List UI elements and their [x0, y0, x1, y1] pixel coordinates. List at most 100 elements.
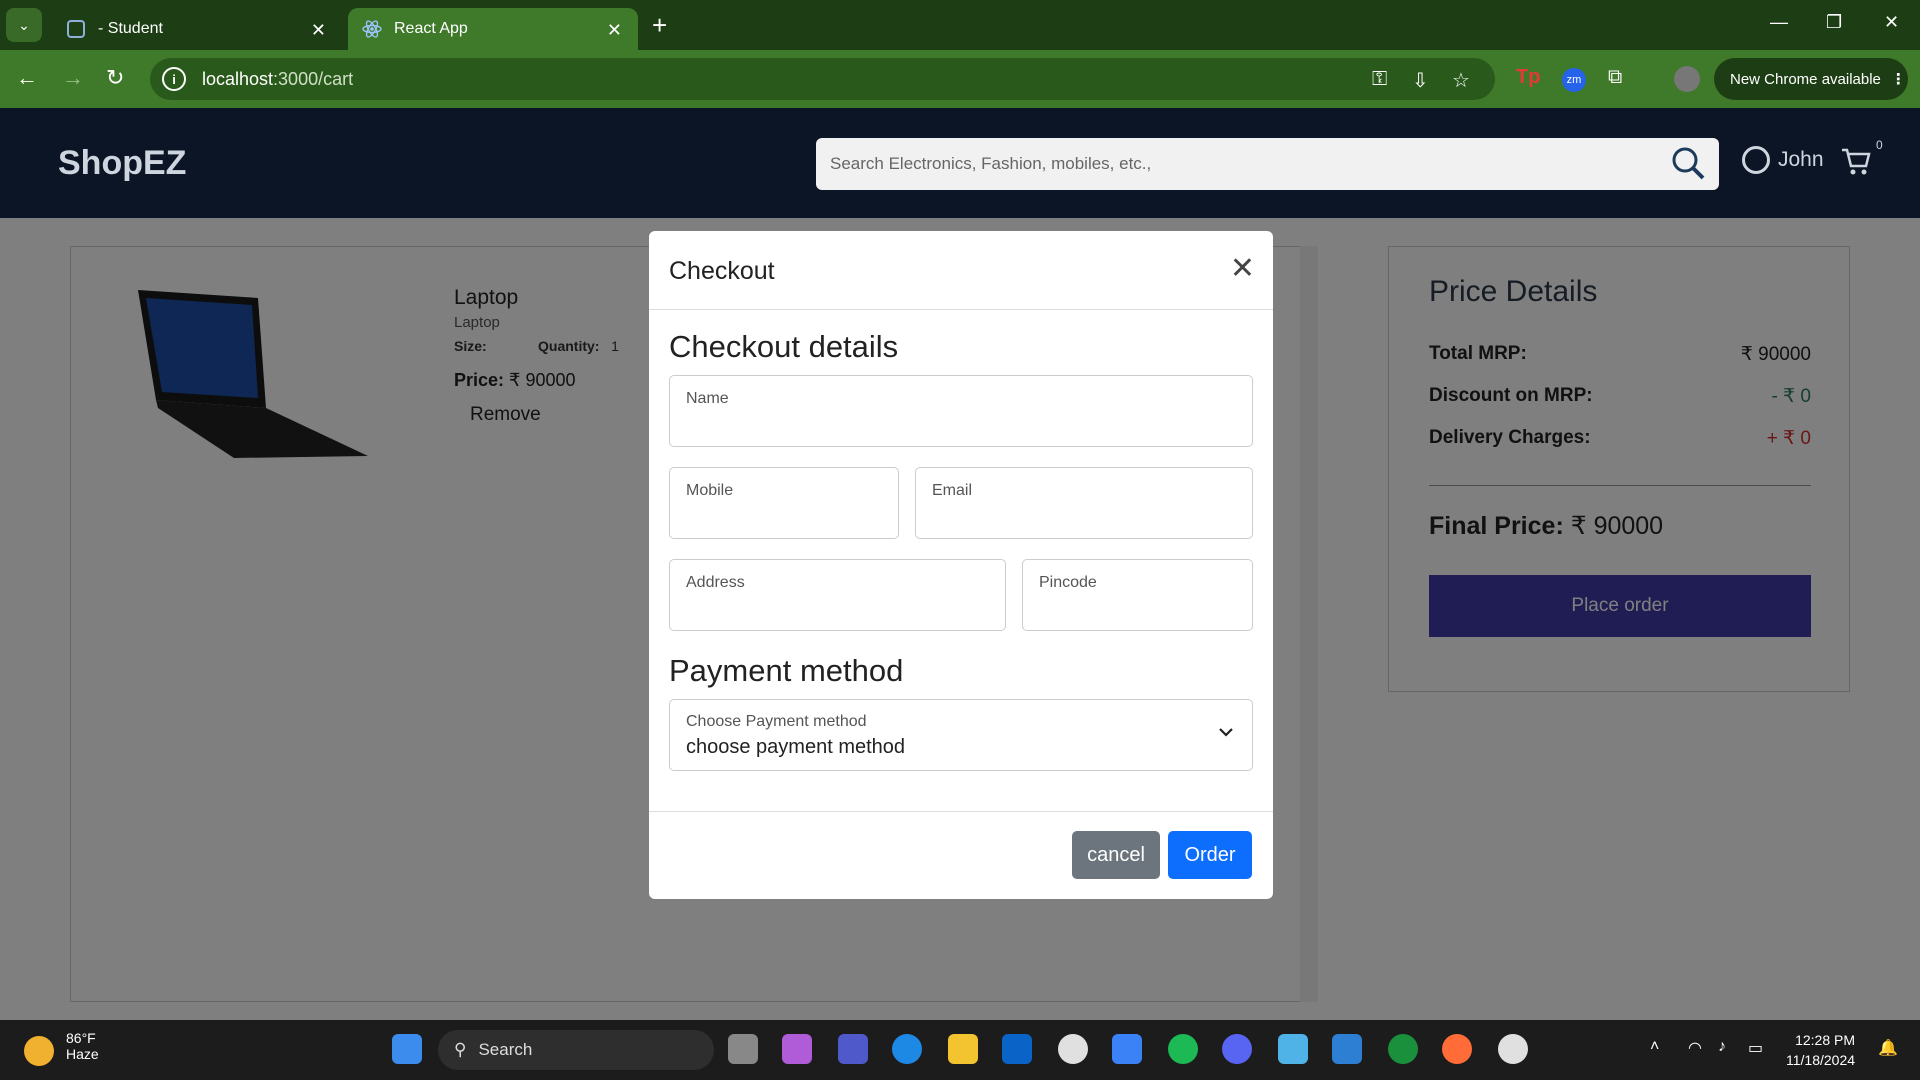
user-menu[interactable]: John — [1742, 146, 1824, 174]
cancel-button[interactable]: cancel — [1072, 831, 1160, 879]
copilot-icon[interactable] — [782, 1034, 812, 1064]
install-app-icon[interactable]: ⇩ — [1412, 68, 1429, 93]
payment-method-select[interactable]: Choose Payment method choose payment met… — [669, 699, 1253, 771]
close-tab-icon[interactable]: ✕ — [311, 20, 326, 41]
spotify-icon[interactable] — [1168, 1034, 1198, 1064]
address-bar[interactable]: i localhost:3000/cart ⚿ ⇩ ☆ — [150, 58, 1495, 100]
restore-icon[interactable]: ❐ — [1826, 12, 1842, 33]
time: 12:28 PM — [1795, 1032, 1856, 1048]
new-chrome-label: New Chrome available — [1730, 70, 1881, 88]
file-explorer-icon[interactable] — [948, 1034, 978, 1064]
reload-icon[interactable]: ↻ — [106, 65, 124, 91]
close-tab-icon[interactable]: ✕ — [607, 20, 622, 41]
microsoft-store-icon[interactable] — [1112, 1034, 1142, 1064]
tab-label: React App — [394, 20, 468, 37]
mongodb-compass-icon[interactable] — [1388, 1034, 1418, 1064]
weather-widget[interactable]: 86°F Haze — [24, 1030, 99, 1066]
taskbar-search-label: Search — [478, 1040, 533, 1059]
pincode-field[interactable]: Pincode — [1022, 559, 1253, 631]
divider — [649, 811, 1273, 812]
email-input[interactable] — [930, 506, 1216, 526]
cart-count: 0 — [1876, 138, 1883, 152]
postman-icon[interactable] — [1442, 1034, 1472, 1064]
chrome-icon[interactable] — [1058, 1034, 1088, 1064]
mobile-input[interactable] — [684, 506, 878, 526]
chevron-down-icon — [1218, 722, 1234, 743]
vscode-icon[interactable] — [1332, 1034, 1362, 1064]
user-icon — [1742, 146, 1770, 174]
name-input[interactable] — [684, 414, 1179, 434]
app-header: ShopEZ Search Electronics, Fashion, mobi… — [0, 108, 1920, 218]
date: 11/18/2024 — [1786, 1052, 1856, 1068]
payment-method-value: choose payment method — [686, 736, 906, 758]
address-label: Address — [686, 574, 745, 591]
user-name: John — [1778, 148, 1824, 171]
tab-label: - Student — [98, 20, 163, 37]
extension-zoom-icon[interactable]: zm — [1562, 68, 1586, 92]
name-field[interactable]: Name — [669, 375, 1253, 447]
teams-icon[interactable] — [838, 1034, 868, 1064]
search-input[interactable]: Search Electronics, Fashion, mobiles, et… — [830, 154, 1151, 174]
show-hidden-icons-icon[interactable]: ˄ — [1650, 1038, 1659, 1056]
payment-method-heading: Payment method — [669, 653, 904, 688]
search-icon: ⚲ — [454, 1040, 467, 1059]
battery-icon[interactable]: ▭ — [1748, 1038, 1763, 1058]
address-input[interactable] — [684, 598, 969, 618]
clock[interactable]: 12:28 PM 11/18/2024 — [1786, 1030, 1855, 1070]
search-icon[interactable] — [1671, 146, 1705, 188]
back-icon[interactable]: ← — [16, 65, 38, 91]
modal-title: Checkout — [669, 257, 775, 285]
chrome-profile-icon[interactable] — [1498, 1034, 1528, 1064]
password-key-icon[interactable]: ⚿ — [1372, 68, 1387, 91]
new-tab-icon[interactable]: + — [652, 10, 667, 40]
minimize-icon[interactable]: — — [1770, 12, 1788, 33]
search-bar[interactable]: Search Electronics, Fashion, mobiles, et… — [816, 138, 1719, 190]
discord-icon[interactable] — [1222, 1034, 1252, 1064]
page-icon — [66, 19, 86, 39]
checkout-modal: Checkout ✕ Checkout details Name Mobile … — [649, 231, 1273, 899]
divider — [649, 309, 1273, 310]
outlook-icon[interactable] — [1002, 1034, 1032, 1064]
notification-bell-icon[interactable]: 🔔 — [1878, 1038, 1898, 1058]
pincode-label: Pincode — [1039, 574, 1097, 591]
address-field[interactable]: Address — [669, 559, 1006, 631]
logo[interactable]: ShopEZ — [58, 144, 186, 183]
forward-icon[interactable]: → — [62, 65, 84, 91]
mobile-field[interactable]: Mobile — [669, 467, 899, 539]
payment-method-label: Choose Payment method — [686, 713, 867, 730]
volume-icon[interactable]: ♪ — [1718, 1038, 1726, 1056]
url-path: :3000/cart — [273, 68, 354, 89]
tab-student[interactable]: - Student ✕ — [52, 8, 342, 50]
taskbar-search[interactable]: ⚲ Search — [438, 1030, 714, 1070]
cart-icon[interactable] — [1840, 146, 1872, 183]
site-info-icon[interactable]: i — [162, 67, 186, 91]
react-icon — [362, 19, 382, 39]
close-window-icon[interactable]: ✕ — [1884, 12, 1899, 33]
close-icon[interactable]: ✕ — [1230, 251, 1255, 286]
checkout-details-heading: Checkout details — [669, 329, 899, 364]
name-label: Name — [686, 390, 729, 407]
bookmark-star-icon[interactable]: ☆ — [1452, 68, 1470, 93]
weather-haze-icon — [24, 1036, 54, 1066]
browser-toolbar: ← → ↻ i localhost:3000/cart ⚿ ⇩ ☆ Tp zm … — [0, 50, 1920, 108]
extension-tp-icon[interactable]: Tp — [1516, 66, 1540, 89]
weather-condition: Haze — [66, 1046, 99, 1062]
notepad-icon[interactable] — [1278, 1034, 1308, 1064]
email-field[interactable]: Email — [915, 467, 1253, 539]
order-button[interactable]: Order — [1168, 831, 1252, 879]
task-view-icon[interactable] — [728, 1034, 758, 1064]
kebab-menu-icon[interactable]: ⋮ — [1891, 70, 1906, 88]
wifi-icon[interactable]: ◠ — [1688, 1038, 1702, 1058]
pincode-input[interactable] — [1037, 598, 1232, 618]
email-label: Email — [932, 482, 973, 499]
mobile-label: Mobile — [686, 482, 734, 499]
tab-react-app[interactable]: React App ✕ — [348, 8, 638, 50]
edge-icon[interactable] — [892, 1034, 922, 1064]
temperature: 86°F — [66, 1030, 96, 1046]
profile-avatar[interactable] — [1674, 66, 1700, 92]
new-chrome-available-button[interactable]: New Chrome available ⋮ — [1714, 58, 1908, 100]
windows-start-icon[interactable] — [392, 1034, 422, 1064]
url-host: localhost — [202, 68, 274, 89]
extensions-puzzle-icon[interactable]: ⧉ — [1608, 66, 1622, 89]
tab-search-dropdown-icon[interactable]: ⌄ — [6, 8, 42, 42]
